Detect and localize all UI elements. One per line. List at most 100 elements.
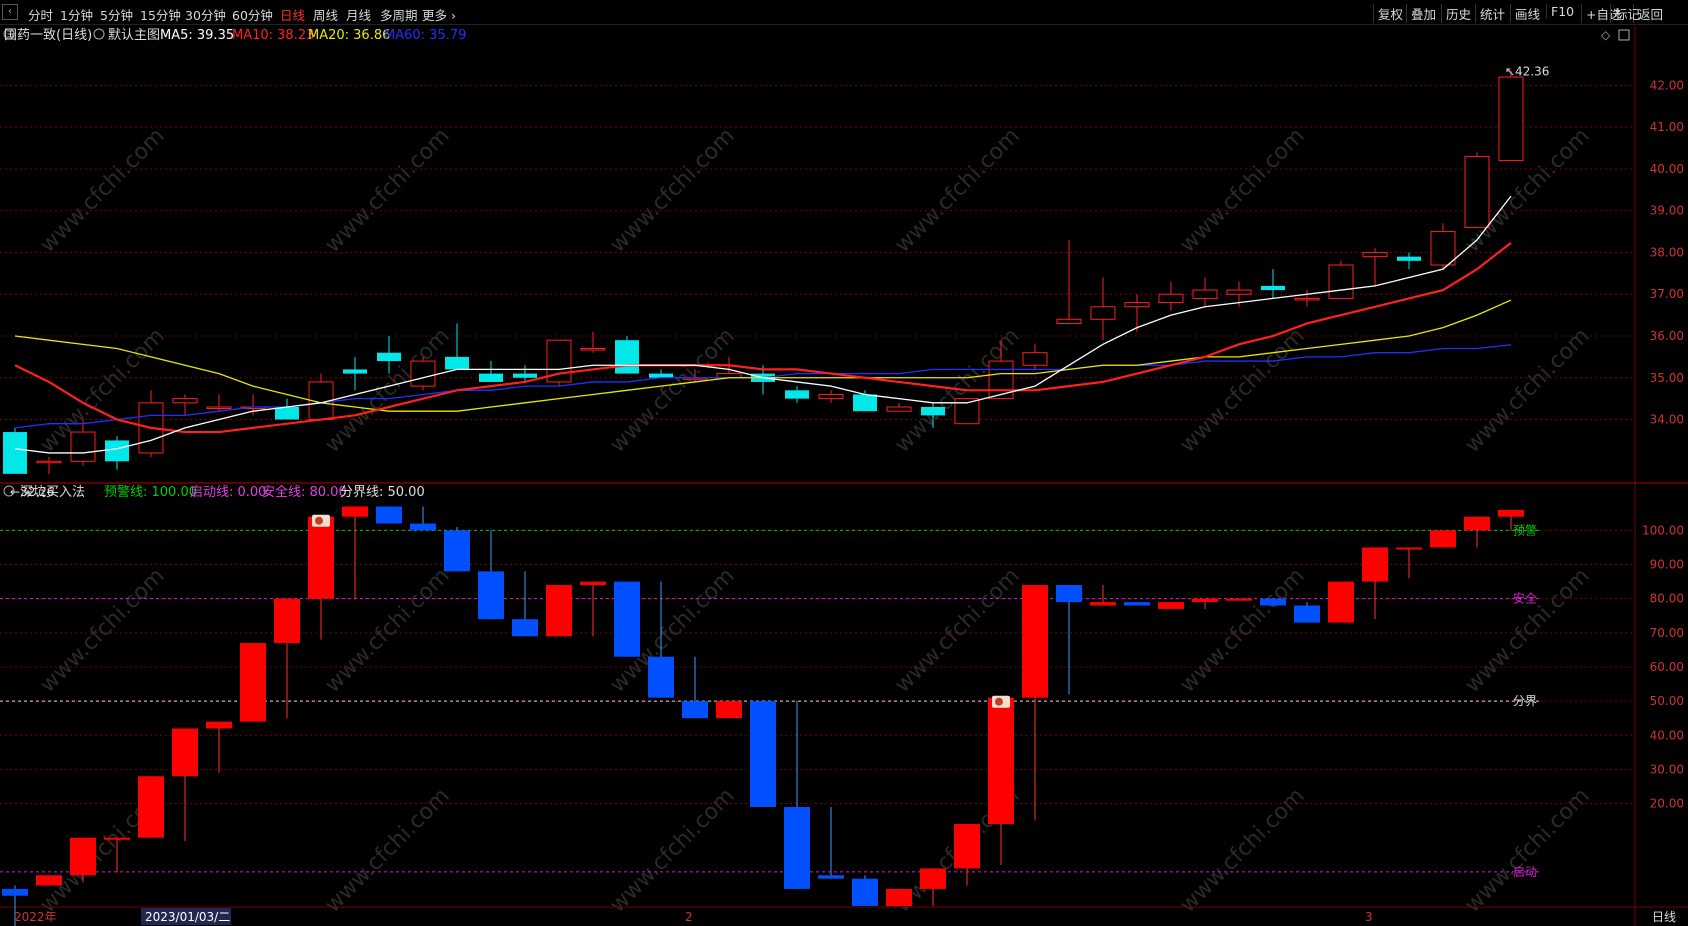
price-tick-label: 39.00 (1650, 204, 1684, 218)
candle (1464, 152, 1490, 228)
indicator-body (716, 701, 742, 719)
candle-body (1498, 76, 1524, 162)
candle-body (1226, 289, 1252, 295)
watermark-text: www.cfchi.com (1175, 124, 1309, 258)
candle (105, 436, 129, 470)
watermark-text: www.cfchi.com (320, 324, 454, 458)
maximize-icon[interactable] (1618, 29, 1630, 41)
indicator-body (104, 837, 130, 840)
template-toggle-icon[interactable] (93, 28, 105, 40)
price-tick-label: 36.00 (1650, 329, 1684, 343)
axes: 42.00 41.00 40.00 39.00 38.00 37.00 36.00 35.00… (14, 78, 1684, 925)
safe-line-value: 安全线: 80.00 (262, 484, 347, 500)
indicator-tick-label: 70.00 (1650, 626, 1684, 640)
divide-line-value: 分界线: 50.00 (340, 485, 425, 500)
indicator-body (1464, 516, 1490, 531)
candle-body (70, 431, 96, 462)
start-line-value: 启动线: 0.00 (190, 485, 266, 500)
indicator-bar (308, 516, 334, 640)
indicator-bar (682, 656, 708, 719)
candle (1192, 277, 1218, 307)
signal-marker-icon (312, 514, 330, 527)
candle-body (377, 352, 401, 362)
indicator-tick-label: 90.00 (1650, 558, 1684, 572)
indicator-tick-label: 60.00 (1650, 660, 1684, 674)
indicator-bar (274, 598, 300, 719)
indicator-body (1090, 602, 1116, 606)
indicator-bar (1158, 602, 1184, 609)
indicator-tick-label: 40.00 (1650, 728, 1684, 742)
indicator-bar (1464, 516, 1490, 548)
indicator-body (172, 728, 198, 777)
indicator-bar (1056, 585, 1082, 695)
candle-body (1328, 264, 1354, 299)
candle (615, 336, 639, 374)
kline-chart[interactable]: www.cfchi.com www.cfchi.com www.cfchi.com w… (0, 0, 1688, 926)
indicator-body (240, 643, 266, 722)
candle-body (1397, 256, 1421, 261)
price-tick-label: 37.00 (1650, 287, 1684, 301)
signal-marker-dot (995, 697, 1003, 706)
candle (1362, 248, 1388, 286)
candle-body (818, 393, 844, 400)
candle (275, 398, 299, 420)
watermark-text: www.cfchi.com (890, 124, 1024, 258)
candle (1022, 344, 1048, 370)
indicator-body (1192, 598, 1218, 603)
candle (1124, 294, 1150, 332)
indicator-bar (172, 728, 198, 842)
indicator-bar (1430, 530, 1456, 548)
candle-body (1158, 293, 1184, 304)
indicator-body (70, 837, 96, 876)
indicator-tick-label: 20.00 (1650, 797, 1684, 811)
candle (1498, 70, 1524, 162)
candle (479, 361, 503, 382)
indicator-bar (376, 506, 402, 524)
candle-body (1022, 352, 1048, 366)
indicator-bar (1362, 547, 1388, 620)
indicator-body (138, 776, 164, 838)
candle (308, 373, 334, 421)
candle (1397, 252, 1421, 270)
candle (580, 331, 606, 353)
indicator-body (1158, 602, 1184, 609)
indicator-bar (716, 701, 742, 719)
candle-body (343, 369, 367, 374)
price-tick-label: 41.00 (1650, 120, 1684, 134)
candle-body (275, 407, 299, 420)
indicator-bar (240, 643, 266, 722)
indicator-tick-label: 30.00 (1650, 762, 1684, 776)
candle (3, 427, 27, 474)
candle-body (1192, 289, 1218, 299)
watermark-text: www.cfchi.com (605, 124, 739, 258)
indicator-body (784, 806, 810, 889)
price-tick-label: 40.00 (1650, 162, 1684, 176)
indicator-body (648, 656, 674, 698)
candle (138, 390, 164, 458)
indicator-bar (750, 701, 776, 807)
reference-line-label: 安全 (1513, 591, 1537, 606)
indicator-body (614, 581, 640, 657)
indicator-bar (886, 888, 912, 906)
indicator-bar (784, 701, 810, 889)
indicator-bar (1124, 602, 1150, 606)
indicator-bar (954, 824, 980, 886)
reference-line-label: 预警 (1513, 522, 1537, 537)
price-tick-label: 42.00 (1650, 78, 1684, 92)
ma5-value: MA5: 39.35 (160, 28, 234, 43)
candle-body (1124, 302, 1150, 308)
stock-title: 国药一致(日线) (4, 28, 92, 43)
watermark-text: www.cfchi.com (320, 124, 454, 258)
candle (1090, 277, 1116, 341)
x-axis-label: 2023/01/03/二 (145, 910, 230, 924)
indicator-body (308, 516, 334, 599)
candle-body (886, 406, 912, 412)
indicator-bar (1226, 598, 1252, 601)
signal-marker-icon (992, 695, 1010, 708)
candle-body (1464, 155, 1490, 228)
indicator-body (682, 701, 708, 719)
candle (546, 339, 572, 387)
indicator-body (36, 875, 62, 886)
high-price-label: ↖42.36 (1505, 64, 1549, 78)
indicator-body (206, 721, 232, 729)
